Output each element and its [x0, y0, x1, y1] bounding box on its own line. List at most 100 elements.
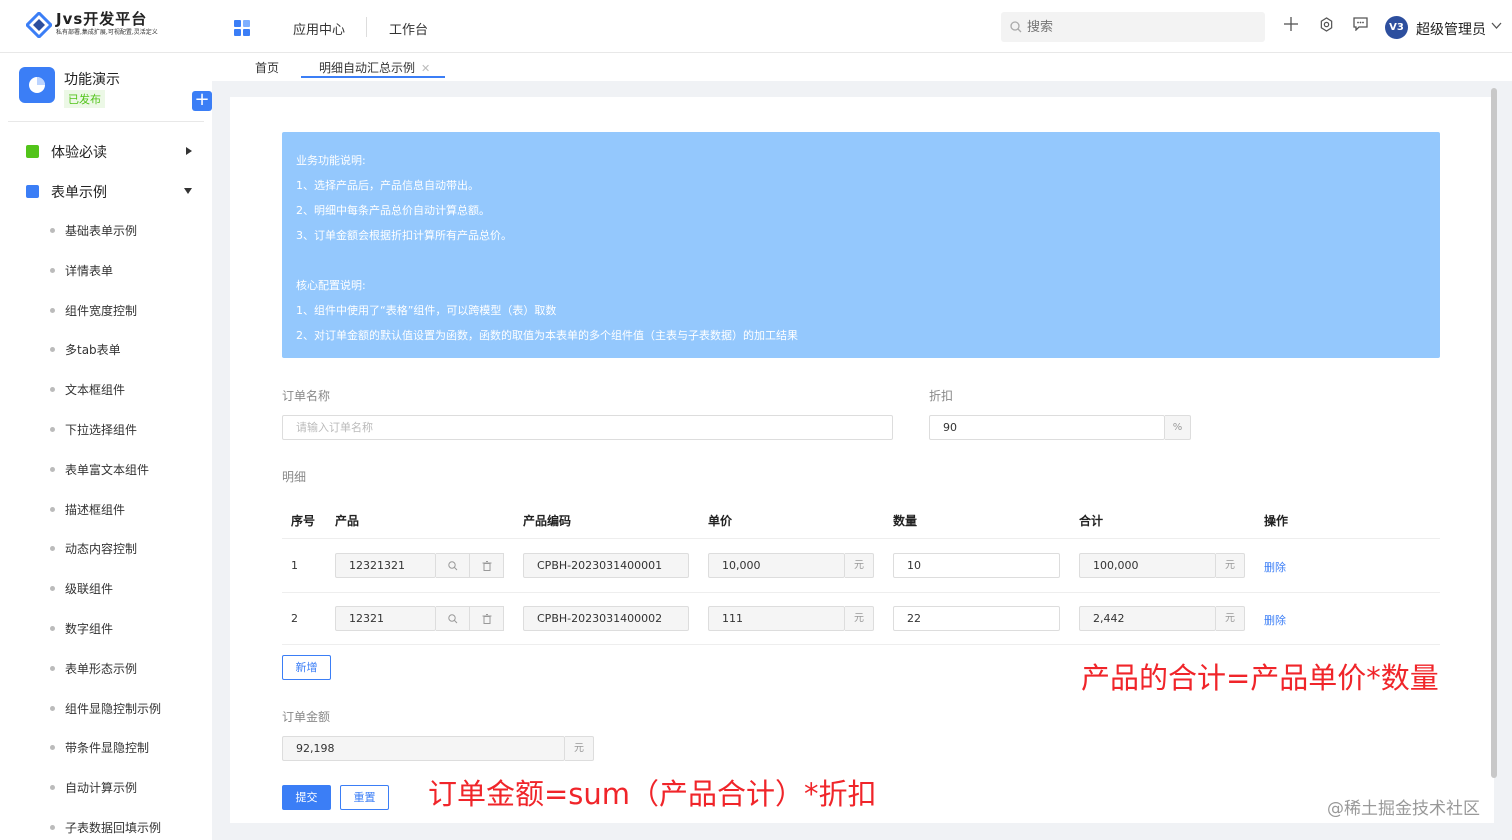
- app-status-badge: 已发布: [64, 90, 105, 108]
- tab-home[interactable]: 首页: [255, 59, 279, 76]
- sidebar-item-label: 带条件显隐控制: [65, 741, 150, 756]
- bullet-dot-icon: [50, 466, 55, 472]
- sidebar-group-must-read[interactable]: 体验必读: [26, 141, 196, 161]
- sidebar-group-form-examples[interactable]: 表单示例: [26, 181, 196, 201]
- user-avatar[interactable]: V3: [1385, 16, 1408, 39]
- sidebar-item[interactable]: 组件显隐控制示例: [50, 699, 200, 719]
- sidebar-item[interactable]: 带条件显隐控制: [50, 738, 200, 758]
- sidebar-item[interactable]: 表单形态示例: [50, 659, 200, 679]
- delete-row-link[interactable]: 删除: [1264, 612, 1286, 628]
- product-search-button[interactable]: [436, 606, 470, 631]
- bullet-dot-icon: [50, 785, 55, 791]
- nav-workbench[interactable]: 工作台: [389, 19, 428, 38]
- chevron-down-icon[interactable]: [1491, 22, 1502, 29]
- reset-button[interactable]: 重置: [340, 785, 389, 810]
- sidebar-item[interactable]: 子表数据回填示例: [50, 818, 200, 838]
- product-input[interactable]: 12321321: [335, 553, 436, 578]
- search-box[interactable]: [1001, 12, 1265, 42]
- info-line: 2、明细中每条产品总价自动计算总额。: [296, 204, 490, 217]
- bullet-dot-icon: [50, 427, 55, 432]
- product-clear-button[interactable]: [470, 553, 504, 578]
- info-line: 2、对订单金额的默认值设置为函数，函数的取值为本表单的多个组件值（主表与子表数据…: [296, 329, 798, 342]
- row-index: 2: [291, 612, 298, 625]
- col-header-action: 操作: [1264, 514, 1289, 528]
- order-amount-field: 92,198: [282, 736, 565, 761]
- pie-chart-icon: [29, 77, 45, 93]
- sidebar-item[interactable]: 文本框组件: [50, 380, 200, 400]
- row-index: 1: [291, 559, 298, 572]
- discount-input[interactable]: 90: [929, 415, 1165, 440]
- document-icon: [26, 145, 39, 158]
- sidebar-item-label: 级联组件: [65, 582, 114, 597]
- nav-divider: [366, 17, 367, 37]
- scrollbar[interactable]: [1491, 88, 1497, 778]
- app-logo: [19, 67, 55, 103]
- total-suffix: 元: [1216, 553, 1245, 578]
- message-icon[interactable]: [1353, 17, 1368, 31]
- row-total-field: 100,000: [1079, 553, 1216, 578]
- bullet-dot-icon: [50, 705, 55, 711]
- add-row-button[interactable]: 新增: [282, 655, 331, 680]
- sidebar-item[interactable]: 自动计算示例: [50, 778, 200, 798]
- search-input[interactable]: [1027, 12, 1257, 42]
- sidebar-item[interactable]: 级联组件: [50, 579, 200, 599]
- tab-label: 明细自动汇总示例: [319, 61, 416, 75]
- search-icon: [447, 560, 457, 570]
- sidebar-item[interactable]: 组件宽度控制: [50, 301, 200, 321]
- sidebar-item[interactable]: 详情表单: [50, 261, 200, 281]
- plus-icon[interactable]: [1284, 17, 1298, 31]
- info-line: 核心配置说明:: [296, 279, 366, 292]
- delete-row-link[interactable]: 删除: [1264, 559, 1286, 575]
- sidebar-item-label: 子表数据回填示例: [65, 821, 162, 835]
- watermark: @稀土掘金技术社区: [1327, 799, 1480, 819]
- close-icon[interactable]: ✕: [421, 62, 430, 75]
- bullet-dot-icon: [50, 665, 55, 671]
- sidebar-item-label: 多tab表单: [65, 343, 121, 358]
- submit-button[interactable]: 提交: [282, 785, 331, 810]
- unit-price-field: 111: [708, 606, 845, 631]
- order-name-input[interactable]: 请输入订单名称: [282, 415, 893, 440]
- username[interactable]: 超级管理员: [1416, 19, 1486, 39]
- settings-icon[interactable]: [1319, 17, 1334, 32]
- logo-title: Jvs开发平台: [56, 10, 148, 28]
- sidebar-item-label: 下拉选择组件: [65, 423, 138, 437]
- bullet-dot-icon: [50, 267, 55, 273]
- product-input[interactable]: 12321: [335, 606, 436, 631]
- col-header-index: 序号: [291, 514, 316, 528]
- quantity-input[interactable]: 22: [893, 606, 1060, 631]
- discount-suffix: %: [1165, 415, 1191, 440]
- sidebar-item[interactable]: 多tab表单: [50, 340, 200, 360]
- col-header-qty: 数量: [893, 514, 918, 528]
- order-name-label: 订单名称: [282, 389, 331, 403]
- add-button[interactable]: +: [192, 91, 212, 111]
- nav-app-center[interactable]: 应用中心: [293, 19, 345, 38]
- col-header-code: 产品编码: [523, 514, 572, 528]
- product-search-button[interactable]: [436, 553, 470, 578]
- price-suffix: 元: [845, 606, 874, 631]
- product-code-field: CPBH-2023031400001: [523, 553, 689, 578]
- product-clear-button[interactable]: [470, 606, 504, 631]
- sidebar-item-label: 基础表单示例: [65, 224, 138, 238]
- caret-down-icon: [184, 188, 192, 194]
- bullet-dot-icon: [50, 228, 55, 233]
- tab-detail-summary[interactable]: 明细自动汇总示例 ✕: [319, 59, 430, 76]
- search-icon: [447, 613, 457, 623]
- sidebar-divider: [8, 121, 204, 122]
- sidebar-item-label: 自动计算示例: [65, 781, 138, 796]
- quantity-input[interactable]: 10: [893, 553, 1060, 578]
- sidebar: 功能演示 已发布 + 体验必读 表单示例 基础表单示例 详情表单 组件宽度控制 多ta…: [0, 53, 212, 840]
- sidebar-item-label: 表单富文本组件: [65, 462, 150, 477]
- sidebar-item[interactable]: 动态内容控制: [50, 539, 200, 559]
- sidebar-item[interactable]: 数字组件: [50, 619, 200, 639]
- sidebar-item[interactable]: 描述框组件: [50, 500, 200, 520]
- unit-price-field: 10,000: [708, 553, 845, 578]
- group-label: 体验必读: [51, 145, 107, 161]
- sidebar-item[interactable]: 下拉选择组件: [50, 420, 200, 440]
- sidebar-item[interactable]: 基础表单示例: [50, 221, 200, 241]
- logo[interactable]: Jvs开发平台 私有部署,集成扩展,可视配置,灵活定义: [26, 10, 158, 38]
- apps-grid-icon[interactable]: [234, 20, 250, 36]
- sidebar-item[interactable]: 表单富文本组件: [50, 460, 200, 480]
- bullet-dot-icon: [50, 586, 55, 592]
- row-divider: [282, 592, 1440, 593]
- sidebar-item-label: 详情表单: [65, 263, 114, 278]
